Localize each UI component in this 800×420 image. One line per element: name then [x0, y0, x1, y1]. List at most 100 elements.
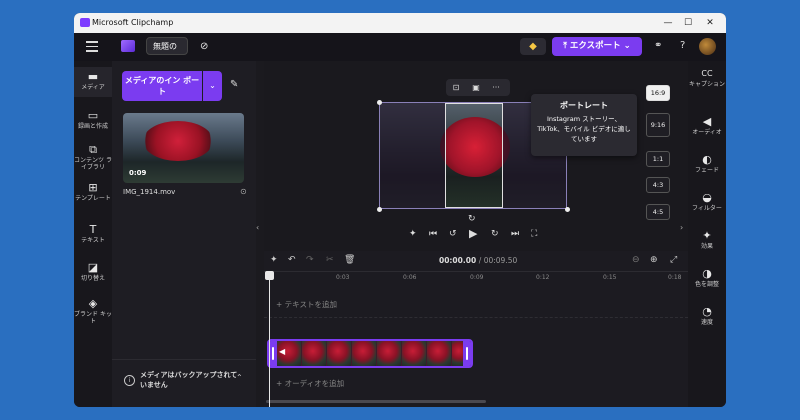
fullscreen-icon[interactable]: ⛶: [531, 229, 537, 239]
time-tick: 0:12: [536, 274, 550, 281]
clip-trim-handle-left[interactable]: [269, 341, 277, 366]
skip-forward-icon[interactable]: ⏭: [511, 229, 519, 239]
cloud-off-icon[interactable]: ⊘: [200, 41, 208, 52]
audio-track[interactable]: + オーディオを追加: [264, 371, 688, 397]
right-sidebar: CC キャプション ◀ オーディオ ◐ フェード ◒ フィルター ✦ 効果 ◑ …: [688, 61, 726, 407]
resize-handle[interactable]: [565, 207, 570, 212]
clip-volume-icon[interactable]: ◀: [279, 347, 285, 356]
sidebar-item-brand-kit[interactable]: ◈ ブランド キット: [74, 297, 112, 325]
import-dropdown-button[interactable]: ⌄: [203, 71, 222, 101]
sidebar-item-adjust-colors[interactable]: ◑ 色を調整: [688, 267, 726, 288]
sidebar-item-label: 録画と作成: [77, 123, 108, 130]
zoom-in-icon[interactable]: ⊕: [650, 255, 658, 265]
timeline-scrollbar[interactable]: [266, 400, 486, 403]
crop-icon[interactable]: ⊡: [446, 79, 466, 96]
timeline: ✦ ↶ ↷ ✂ 🗑 00:00.00 / 00:09.50 ⊖ ⊕ ⤢ 0 0:…: [264, 251, 688, 407]
redo-icon[interactable]: ↷: [306, 255, 314, 265]
collapse-right-panel-icon[interactable]: ›: [680, 223, 683, 232]
video-clip[interactable]: ◀: [267, 339, 473, 368]
sidebar-item-label: キャプション: [688, 81, 725, 88]
premium-gem-icon[interactable]: ◆: [520, 38, 546, 55]
help-icon[interactable]: ?: [680, 40, 685, 51]
time-ruler[interactable]: 0 0:03 0:06 0:09 0:12 0:15 0:18: [264, 271, 688, 287]
sidebar-item-fade[interactable]: ◐ フェード: [688, 153, 726, 174]
info-icon[interactable]: ⊙: [240, 187, 247, 196]
time-tick: 0:06: [403, 274, 417, 281]
sidebar-item-transitions[interactable]: ◪ 切り替え: [74, 261, 112, 282]
sidebar-item-label: 速度: [700, 319, 713, 326]
play-icon[interactable]: ▶: [469, 227, 477, 240]
skip-back-icon[interactable]: ⏮: [429, 229, 437, 239]
fit-icon[interactable]: ▣: [466, 79, 486, 96]
fade-icon: ◐: [702, 153, 712, 166]
magic-sparkle-icon[interactable]: ✦: [270, 255, 278, 265]
project-name-input[interactable]: 無題の: [146, 37, 188, 55]
rotate-icon[interactable]: ↻: [468, 214, 476, 224]
clip-trim-handle-right[interactable]: [463, 341, 471, 366]
thumbnail-image: [143, 121, 213, 161]
undo-icon[interactable]: ↶: [288, 255, 296, 265]
fit-timeline-icon[interactable]: ⤢: [670, 255, 677, 265]
avatar[interactable]: [699, 38, 716, 55]
delete-icon[interactable]: 🗑: [344, 255, 355, 265]
sidebar-item-label: ブランド キット: [74, 311, 112, 325]
sidebar-item-captions[interactable]: CC キャプション: [688, 67, 726, 88]
timeline-toolbar: ✦ ↶ ↷ ✂ 🗑 00:00.00 / 00:09.50 ⊖ ⊕ ⤢: [264, 251, 688, 272]
aspect-ratio-16-9[interactable]: 16:9: [646, 85, 670, 101]
import-media-button[interactable]: メディアのイン ポート: [122, 71, 202, 101]
text-track[interactable]: + テキストを追加: [264, 291, 688, 318]
sidebar-item-content-library[interactable]: ⧉ コンテンツ ライブラリ: [74, 143, 112, 171]
sidebar-item-media[interactable]: ▬ メディア: [74, 67, 112, 97]
folder-icon: ▬: [87, 70, 99, 83]
sidebar-item-filters[interactable]: ◒ フィルター: [688, 191, 726, 212]
library-icon: ⧉: [89, 143, 97, 156]
magic-sparkle-icon[interactable]: ✦: [409, 229, 417, 239]
title-bar: Microsoft Clipchamp — ☐ ✕: [74, 13, 726, 33]
aspect-ratio-1-1[interactable]: 1:1: [646, 151, 670, 167]
minimize-button[interactable]: —: [658, 16, 678, 30]
resize-handle[interactable]: [377, 207, 382, 212]
close-button[interactable]: ✕: [700, 16, 720, 30]
rewind-5-icon[interactable]: ↺: [449, 229, 457, 239]
forward-5-icon[interactable]: ↻: [491, 229, 499, 239]
add-audio-button[interactable]: + オーディオを追加: [276, 378, 344, 389]
brand-kit-icon: ◈: [88, 297, 98, 310]
sidebar-item-label: コンテンツ ライブラリ: [74, 157, 112, 171]
sidebar-item-speed[interactable]: ◔ 速度: [688, 305, 726, 326]
collapse-left-panel-icon[interactable]: ‹: [256, 223, 259, 232]
maximize-button[interactable]: ☐: [678, 16, 698, 30]
aspect-ratio-9-16[interactable]: 9:16: [646, 113, 670, 137]
sidebar-item-record[interactable]: ▭ 録画と作成: [74, 109, 112, 130]
export-button[interactable]: ⤒ エクスポート ⌄: [552, 37, 642, 56]
current-time: 00:00.00: [439, 256, 477, 265]
sidebar-item-effects[interactable]: ✦ 効果: [688, 229, 726, 250]
sidebar-item-label: 効果: [700, 243, 713, 250]
menu-icon[interactable]: [86, 41, 98, 52]
playback-controls: ✦ ⏮ ↺ ▶ ↻ ⏭ ⛶: [409, 227, 549, 245]
project-icon: [121, 40, 135, 52]
resize-handle[interactable]: [377, 100, 382, 105]
total-time: / 00:09.50: [478, 256, 518, 265]
zoom-out-icon[interactable]: ⊖: [632, 255, 640, 265]
magic-wand-icon[interactable]: ✎: [230, 79, 238, 90]
playhead[interactable]: [269, 272, 270, 407]
speed-icon: ◔: [702, 305, 712, 318]
sidebar-item-audio[interactable]: ◀ オーディオ: [688, 115, 726, 136]
media-panel: メディアのイン ポート ⌄ ✎ 0:09 IMG_1914.mov ⊙ i メデ…: [112, 61, 256, 407]
share-icon[interactable]: ⚭: [654, 40, 662, 51]
chevron-up-icon[interactable]: ⌃: [236, 373, 243, 382]
aspect-ratio-4-5[interactable]: 4:5: [646, 204, 670, 220]
split-icon[interactable]: ✂: [326, 255, 334, 265]
sidebar-item-text[interactable]: T テキスト: [74, 223, 112, 244]
backup-notice[interactable]: i メディアはバックアップされていません ⌃: [112, 359, 256, 407]
add-text-button[interactable]: + テキストを追加: [276, 299, 337, 310]
more-icon[interactable]: ···: [486, 79, 506, 96]
media-thumbnail[interactable]: 0:09: [123, 113, 244, 183]
playhead-handle[interactable]: [265, 271, 274, 280]
captions-icon: CC: [701, 69, 713, 78]
sidebar-item-label: 切り替え: [80, 275, 105, 282]
aspect-ratio-4-3[interactable]: 4:3: [646, 177, 670, 193]
speaker-icon: ◀: [702, 115, 712, 128]
sidebar-item-templates[interactable]: ⊞ テンプレート: [74, 181, 112, 202]
sidebar-item-label: メディア: [81, 84, 105, 91]
